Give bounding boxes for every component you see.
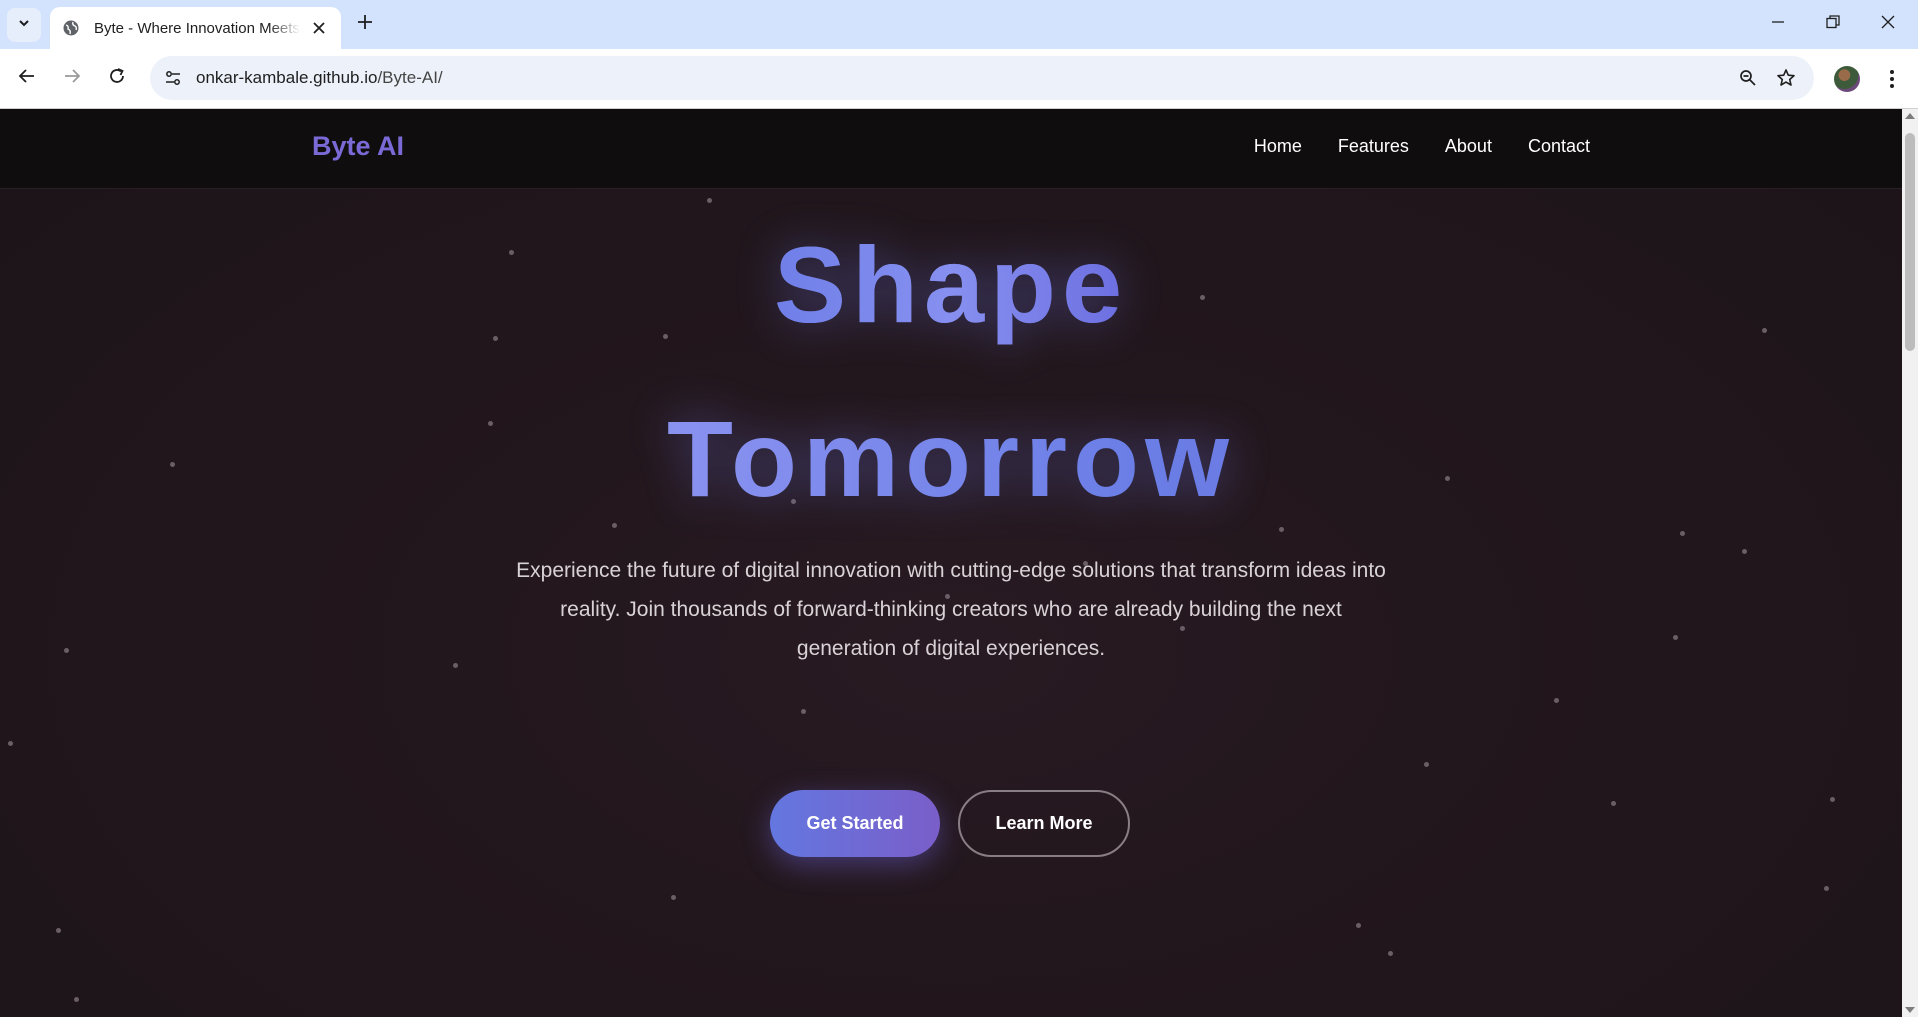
url-path: /Byte-AI/ (377, 68, 443, 87)
star-particle (64, 648, 69, 653)
hero-subtitle: Experience the future of digital innovat… (490, 551, 1412, 668)
brand-logo[interactable]: Byte AI (312, 131, 404, 162)
star-particle (453, 663, 458, 668)
get-started-button[interactable]: Get Started (770, 790, 940, 857)
browser-toolbar: onkar-kambale.github.io/Byte-AI/ (0, 49, 1918, 109)
forward-arrow-icon (63, 67, 81, 90)
minimize-button[interactable] (1756, 6, 1800, 42)
nav-links: Home Features About Contact (1254, 136, 1590, 157)
star-particle (1279, 527, 1284, 532)
back-arrow-icon (18, 67, 36, 90)
new-tab-button[interactable] (352, 11, 378, 37)
page-scrollbar[interactable] (1902, 109, 1918, 1017)
star-particle (1673, 635, 1678, 640)
star-particle (56, 928, 61, 933)
forward-button[interactable] (57, 63, 87, 93)
hero-subtitle-line: generation of digital experiences. (796, 637, 1106, 660)
browser-tab-active[interactable]: Byte - Where Innovation Meets (50, 7, 341, 49)
star-particle (1554, 698, 1559, 703)
nav-features-link[interactable]: Features (1338, 136, 1409, 157)
reload-button[interactable] (102, 63, 132, 93)
url-host: onkar-kambale.github.io (196, 68, 378, 87)
nav-about-link[interactable]: About (1445, 136, 1492, 157)
star-particle (671, 895, 676, 900)
star-particle (612, 523, 617, 528)
zoom-icon[interactable] (1736, 66, 1760, 90)
url-text: onkar-kambale.github.io/Byte-AI/ (196, 68, 443, 88)
site-navbar: Byte AI Home Features About Contact (0, 109, 1902, 189)
nav-contact-link[interactable]: Contact (1528, 136, 1590, 157)
scroll-down-arrow-icon[interactable] (1905, 1007, 1915, 1013)
reload-icon (108, 67, 126, 90)
browser-tab-strip: Byte - Where Innovation Meets (0, 0, 1918, 49)
star-particle (8, 741, 13, 746)
site-info-icon[interactable] (160, 65, 186, 91)
star-icon[interactable] (1774, 66, 1798, 90)
close-icon[interactable] (309, 18, 329, 38)
star-particle (1742, 549, 1747, 554)
star-particle (1680, 531, 1685, 536)
tab-search-button[interactable] (7, 8, 41, 42)
hero-subtitle-line: Experience the future of digital innovat… (516, 559, 1386, 582)
window-close-button[interactable] (1866, 6, 1910, 42)
plus-icon (357, 14, 373, 35)
globe-icon (62, 19, 80, 37)
restore-button[interactable] (1811, 6, 1855, 42)
learn-more-button[interactable]: Learn More (958, 790, 1130, 857)
star-particle (1824, 886, 1829, 891)
hero-subtitle-line: reality. Join thousands of forward-think… (560, 598, 1342, 621)
kebab-menu-icon[interactable] (1880, 64, 1904, 94)
address-bar[interactable]: onkar-kambale.github.io/Byte-AI/ (150, 56, 1814, 100)
star-particle (1356, 923, 1361, 928)
star-particle (707, 198, 712, 203)
window-close-icon (1881, 15, 1895, 34)
star-particle (1611, 801, 1616, 806)
star-particle (1830, 797, 1835, 802)
scroll-up-arrow-icon[interactable] (1905, 113, 1915, 119)
tab-title: Byte - Where Innovation Meets (94, 19, 300, 37)
star-particle (1388, 951, 1393, 956)
star-particle (1424, 762, 1429, 767)
scrollbar-thumb[interactable] (1905, 133, 1915, 351)
hero-headline-line2: Tomorrow (0, 399, 1902, 519)
hero-headline-line1: Shape (0, 225, 1902, 345)
restore-icon (1826, 14, 1840, 34)
chevron-down-icon (17, 16, 31, 35)
star-particle (801, 709, 806, 714)
minimize-icon (1771, 15, 1785, 34)
star-particle (74, 997, 79, 1002)
profile-avatar[interactable] (1834, 66, 1860, 92)
back-button[interactable] (12, 63, 42, 93)
nav-home-link[interactable]: Home (1254, 136, 1302, 157)
page-viewport: Byte AI Home Features About Contact Shap… (0, 109, 1902, 1017)
hero-headline-word: Shape (773, 224, 1129, 345)
